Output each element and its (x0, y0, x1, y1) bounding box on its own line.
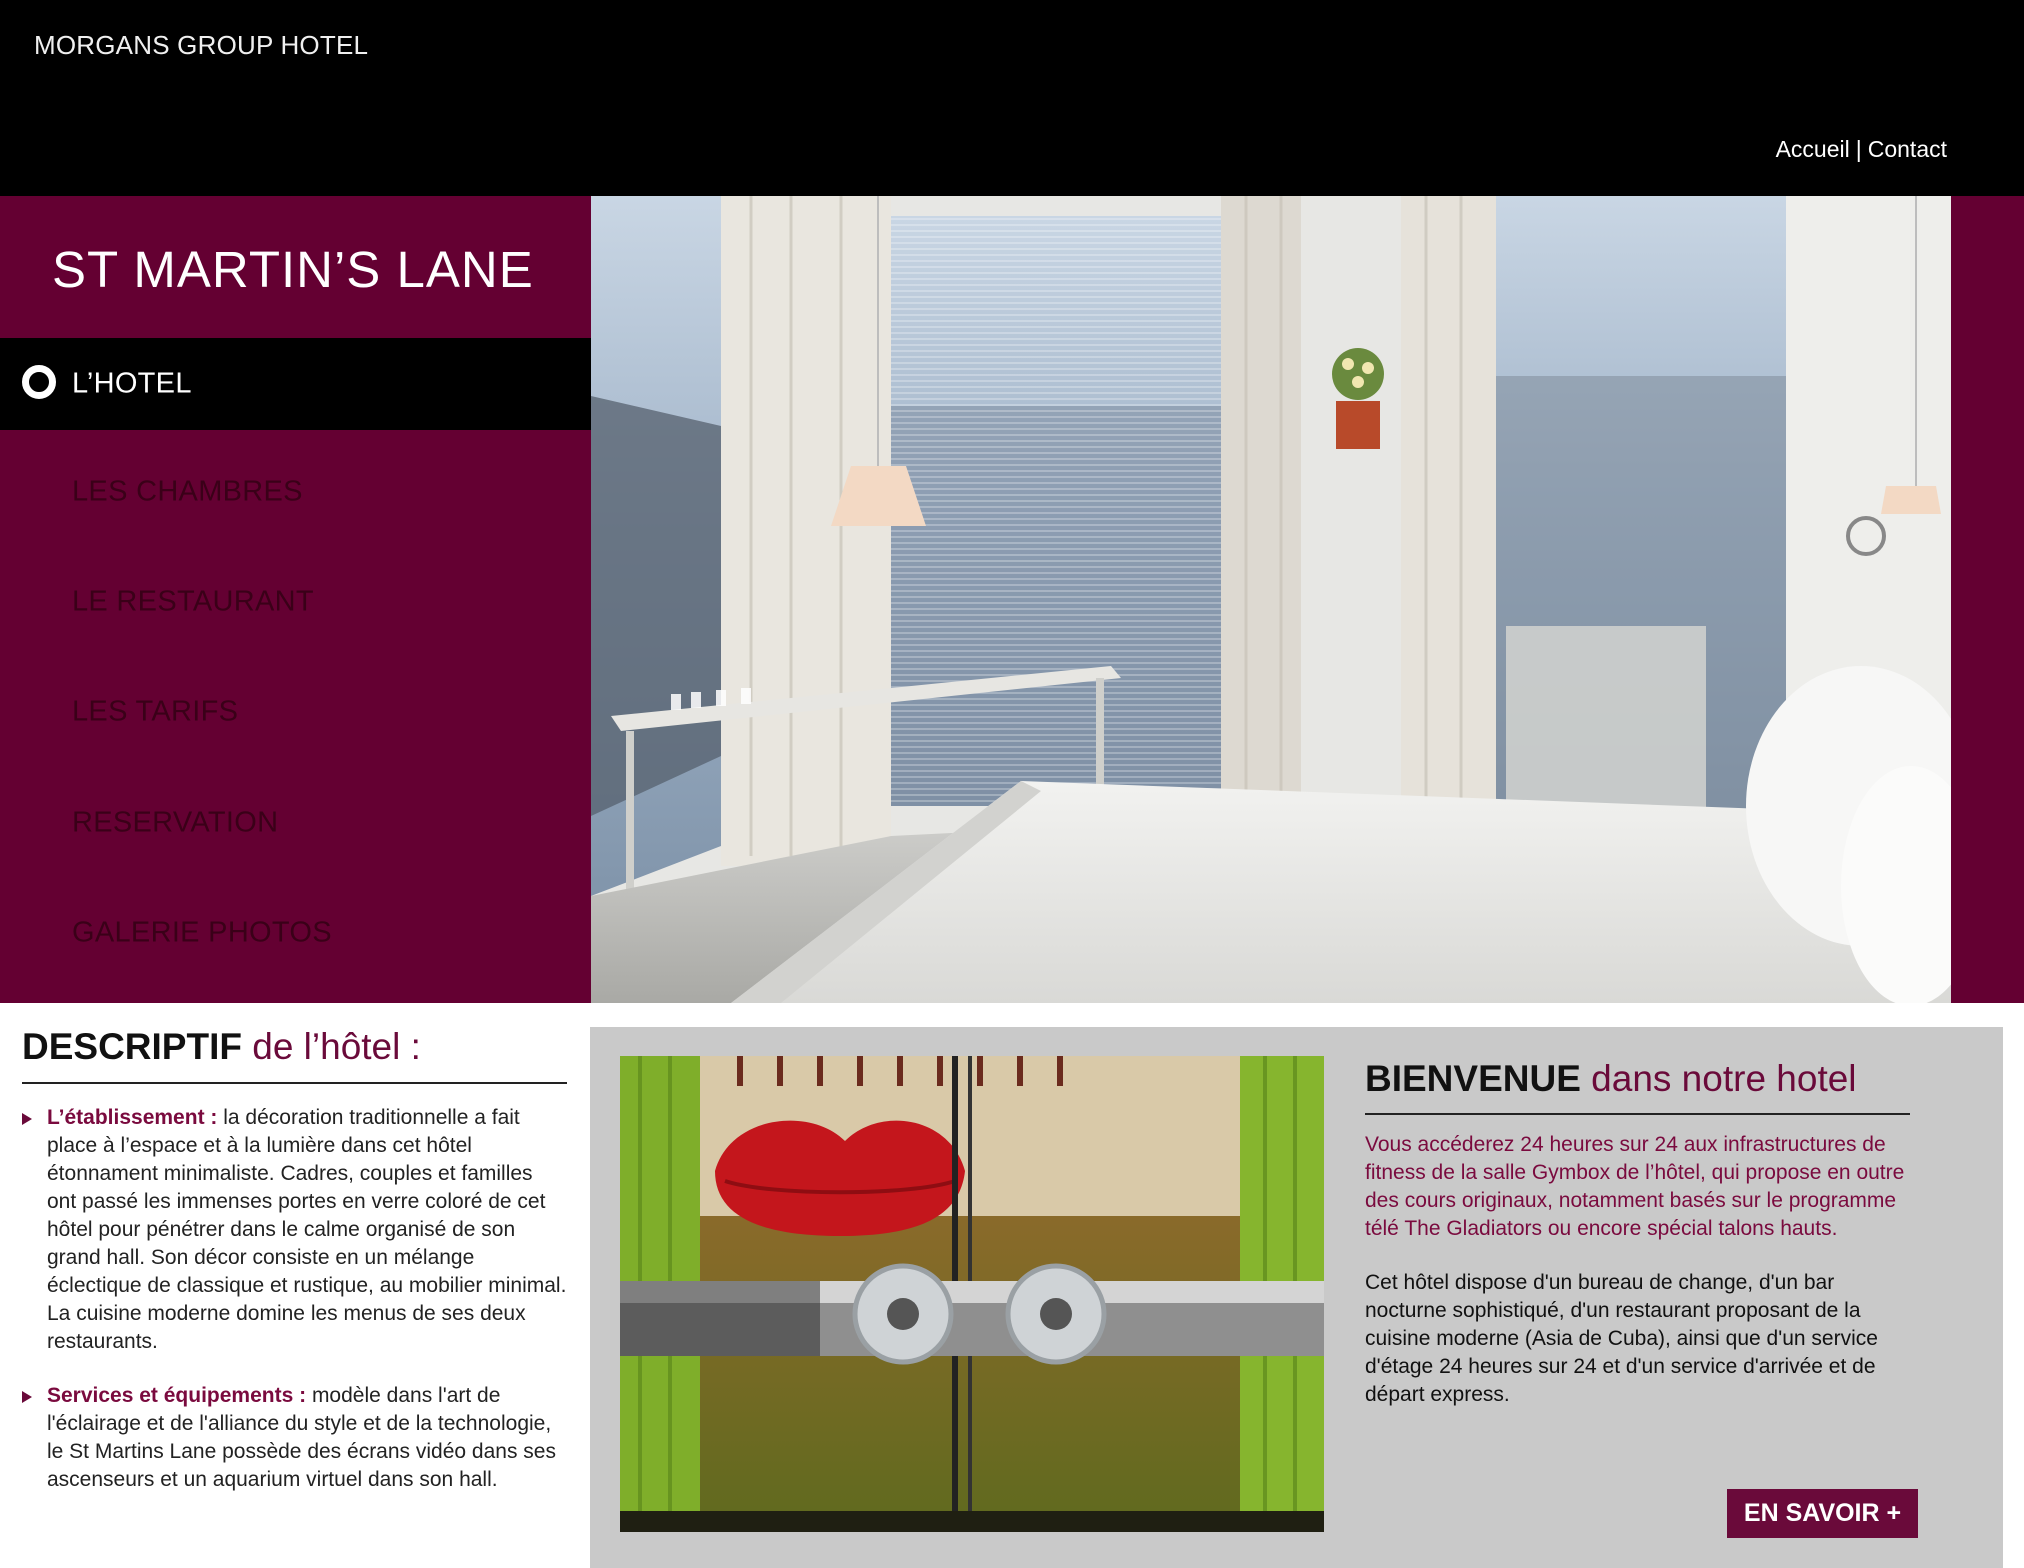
welcome-paragraph-services: Cet hôtel dispose d'un bureau de change,… (1365, 1271, 1878, 1406)
welcome-text: BIENVENUE dans notre hotel Vous accédere… (1365, 1053, 1910, 1409)
sidebar-item-label: LES CHAMBRES (72, 475, 303, 508)
description-title-rest: de l’hôtel : (252, 1026, 421, 1067)
sidebar-item-tarifs[interactable]: LES TARIFS (0, 666, 591, 758)
welcome-title-rest: dans notre hotel (1591, 1058, 1857, 1099)
welcome-title: BIENVENUE dans notre hotel (1365, 1053, 1905, 1105)
description-title-bold: DESCRIPTIF (22, 1026, 242, 1067)
divider (1365, 1113, 1910, 1115)
bullet-triangle-icon (22, 1113, 32, 1125)
paragraph-lead: L’établissement : (47, 1106, 218, 1129)
sidebar-item-reservation[interactable]: RESERVATION (0, 777, 591, 869)
sidebar-item-label: LE RESTAURANT (72, 585, 314, 618)
sidebar-item-hotel[interactable]: L’HOTEL (0, 338, 591, 430)
divider (22, 1082, 567, 1084)
bullet-triangle-icon (22, 1391, 32, 1403)
brand-name: MORGANS GROUP HOTEL (34, 30, 369, 60)
sidebar-item-label: GALERIE PHOTOS (72, 916, 332, 949)
sidebar-item-label: LES TARIFS (72, 695, 239, 728)
nav-link-accueil[interactable]: Accueil (1776, 136, 1850, 162)
sidebar-item-restaurant[interactable]: LE RESTAURANT (0, 556, 591, 648)
sidebar-item-label: RESERVATION (72, 806, 279, 839)
sidebar-item-label: L’HOTEL (72, 367, 192, 400)
description-section: DESCRIPTIF de l’hôtel : L’établissement … (22, 1018, 567, 1494)
top-nav: Accueil | Contact (1776, 136, 1947, 163)
welcome-title-bold: BIENVENUE (1365, 1058, 1581, 1099)
nav-separator: | (1855, 136, 1862, 162)
nav-link-contact[interactable]: Contact (1868, 136, 1947, 162)
hero-room-photo (591, 196, 1951, 1003)
welcome-paragraph-fitness: Vous accéderez 24 heures sur 24 aux infr… (1365, 1133, 1905, 1240)
welcome-panel: BIENVENUE dans notre hotel Vous accédere… (590, 1027, 2003, 1568)
paragraph-lead: Services et équipements : (47, 1384, 307, 1407)
sidebar: ST MARTIN’S LANE L’HOTEL LES CHAMBRES LE… (0, 196, 591, 1003)
description-title: DESCRIPTIF de l’hôtel : (22, 1018, 567, 1076)
right-accent-band (1951, 196, 2024, 1003)
active-indicator-icon (22, 365, 56, 399)
sidebar-item-galerie[interactable]: GALERIE PHOTOS (0, 887, 591, 979)
description-paragraph: Services et équipements : modèle dans l'… (22, 1382, 567, 1494)
site-header: MORGANS GROUP HOTEL Accueil | Contact (0, 0, 2024, 196)
en-savoir-plus-button[interactable]: EN SAVOIR + (1727, 1489, 1918, 1538)
hotel-room-image (591, 196, 1951, 1003)
lobby-photo (620, 1056, 1324, 1532)
lobby-image (620, 1056, 1324, 1532)
paragraph-text: la décoration traditionnelle a fait plac… (47, 1106, 567, 1353)
description-paragraph: L’établissement : la décoration traditio… (22, 1104, 567, 1356)
hotel-title: ST MARTIN’S LANE (52, 241, 534, 298)
sidebar-item-chambres[interactable]: LES CHAMBRES (0, 446, 591, 538)
